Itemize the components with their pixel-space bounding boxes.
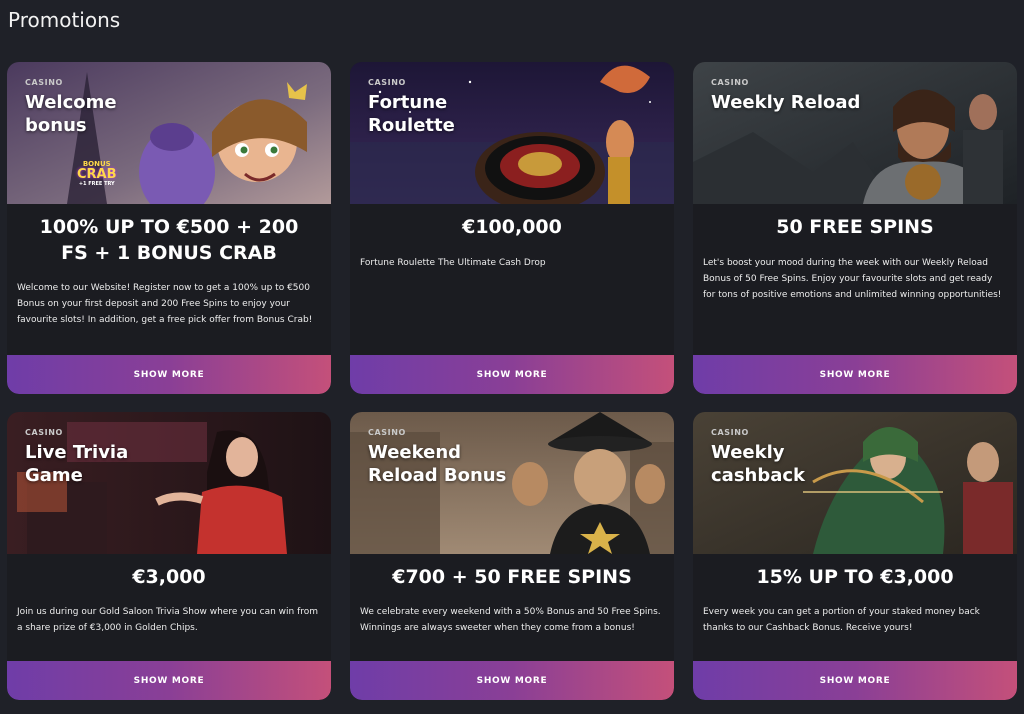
- bonus-crab-logo: BONUS CRAB +1 FREE TRY: [77, 160, 117, 187]
- promo-card-weekly-cashback: CASINO Weekly cashback 15% UP TO €3,000 …: [693, 412, 1017, 700]
- promo-hero-image: CASINO Weekend Reload Bonus: [350, 412, 674, 554]
- promo-title: Welcome bonus: [25, 92, 117, 136]
- promo-description: Fortune Roulette The Ultimate Cash Drop: [360, 258, 546, 268]
- promotions-grid: CASINO Welcome bonus BONUS CRAB +1 FREE …: [7, 62, 1017, 700]
- page-title: Promotions: [8, 8, 121, 32]
- promo-description: Welcome to our Website! Register now to …: [17, 283, 313, 325]
- promo-headline: €700 + 50 FREE SPINS: [392, 566, 632, 588]
- promo-headline: €100,000: [462, 216, 562, 238]
- category-label: CASINO: [711, 428, 749, 437]
- promo-title: Live Trivia Game: [25, 442, 129, 486]
- category-label: CASINO: [368, 78, 406, 87]
- promo-headline: 15% UP TO €3,000: [756, 566, 954, 588]
- promo-headline: €3,000: [132, 566, 206, 588]
- promo-card-weekend-reload: CASINO Weekend Reload Bonus €700 + 50 FR…: [350, 412, 674, 700]
- promo-card-welcome-bonus: CASINO Welcome bonus BONUS CRAB +1 FREE …: [7, 62, 331, 394]
- show-more-button[interactable]: SHOW MORE: [693, 661, 1017, 700]
- promo-card-fortune-roulette: CASINO Fortune Roulette €100,000 Fortune…: [350, 62, 674, 394]
- promo-description: Join us during our Gold Saloon Trivia Sh…: [17, 607, 319, 633]
- promo-hero-image: CASINO Welcome bonus BONUS CRAB +1 FREE …: [7, 62, 331, 204]
- promo-title: Weekly Reload: [711, 92, 861, 113]
- show-more-button[interactable]: SHOW MORE: [7, 355, 331, 394]
- promo-description: We celebrate every weekend with a 50% Bo…: [360, 607, 661, 633]
- promo-title: Weekend Reload Bonus: [368, 442, 507, 486]
- category-label: CASINO: [25, 428, 63, 437]
- promo-hero-image: CASINO Fortune Roulette: [350, 62, 674, 204]
- promo-hero-image: CASINO Live Trivia Game: [7, 412, 331, 554]
- promo-title: Fortune Roulette: [368, 92, 455, 136]
- promo-headline: 100% UP TO €500 + 200 FS + 1 BONUS CRAB: [39, 216, 299, 264]
- promo-card-live-trivia: CASINO Live Trivia Game €3,000 Join us d…: [7, 412, 331, 700]
- promo-headline: 50 FREE SPINS: [776, 216, 934, 238]
- show-more-button[interactable]: SHOW MORE: [350, 355, 674, 394]
- promo-hero-image: CASINO Weekly cashback: [693, 412, 1017, 554]
- show-more-button[interactable]: SHOW MORE: [693, 355, 1017, 394]
- show-more-button[interactable]: SHOW MORE: [7, 661, 331, 700]
- category-label: CASINO: [368, 428, 406, 437]
- promo-description: Let's boost your mood during the week wi…: [703, 258, 1002, 300]
- show-more-button[interactable]: SHOW MORE: [350, 661, 674, 700]
- promo-hero-image: CASINO Weekly Reload: [693, 62, 1017, 204]
- category-label: CASINO: [25, 78, 63, 87]
- promo-title: Weekly cashback: [711, 442, 806, 486]
- promo-description: Every week you can get a portion of your…: [703, 607, 980, 633]
- promo-card-weekly-reload: CASINO Weekly Reload 50 FREE SPINS Let's…: [693, 62, 1017, 394]
- category-label: CASINO: [711, 78, 749, 87]
